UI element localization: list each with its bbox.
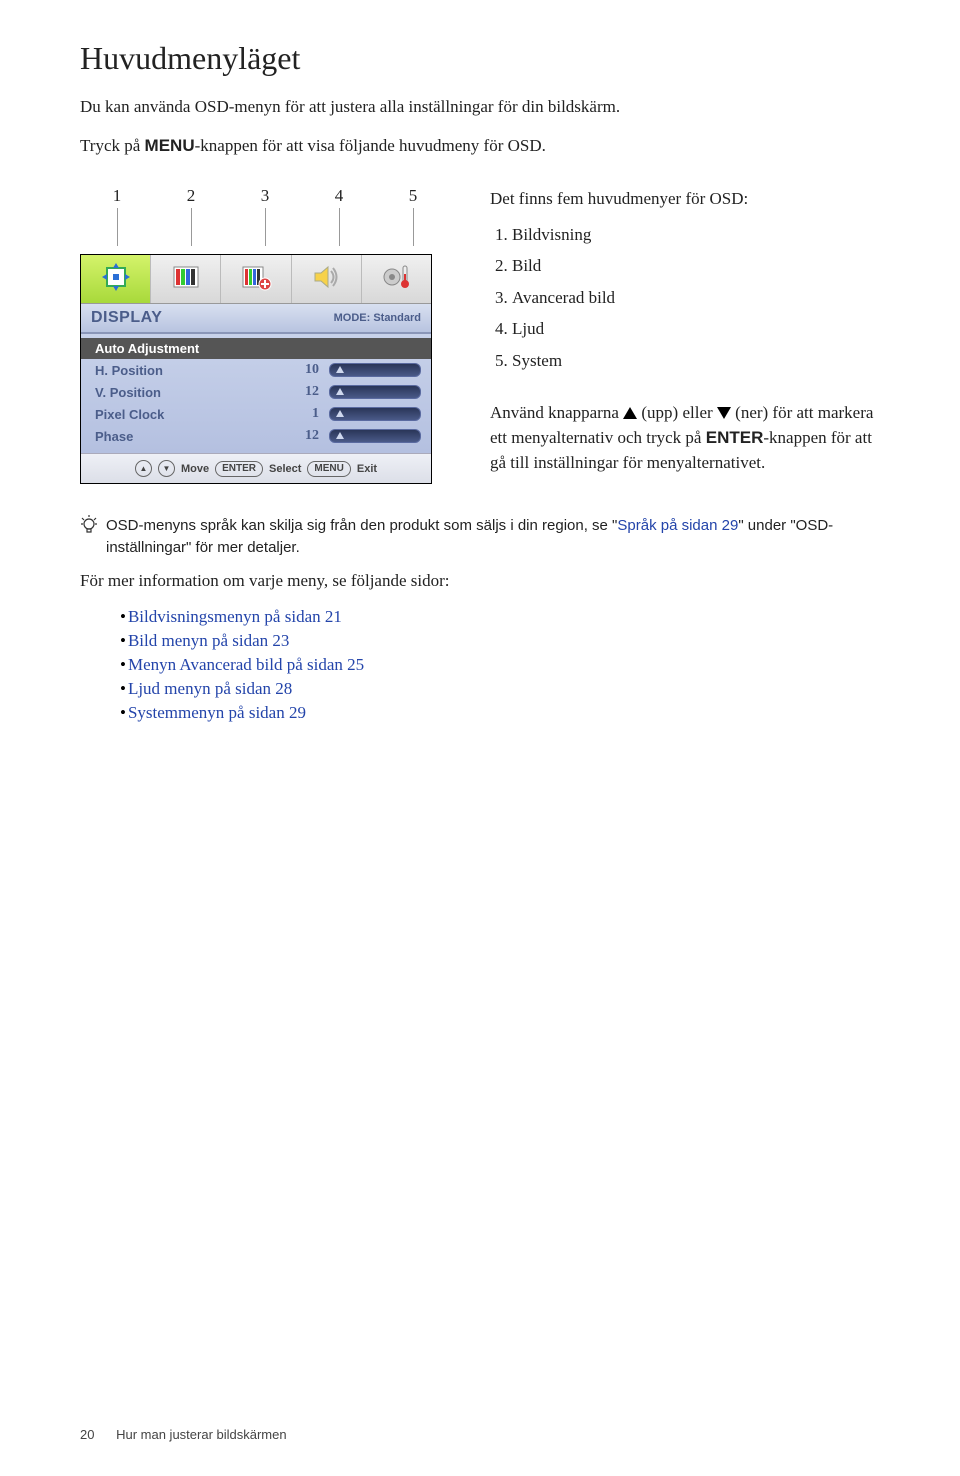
tip-text-a: OSD-menyns språk kan skilja sig från den… bbox=[106, 517, 617, 534]
osd-row-auto-adjustment[interactable]: Auto Adjustment bbox=[81, 338, 431, 359]
osd-tab-picture-advanced[interactable] bbox=[221, 255, 291, 303]
osd-header: DISPLAY MODE: Standard bbox=[81, 304, 431, 334]
osd-tab-audio[interactable] bbox=[292, 255, 362, 303]
osd-row-pixelclock[interactable]: Pixel Clock 1 bbox=[81, 403, 431, 425]
text-a: Använd knapparna bbox=[490, 403, 623, 422]
callout-4: 4 bbox=[335, 186, 344, 205]
callout-5: 5 bbox=[409, 186, 418, 205]
footer-exit: Exit bbox=[357, 463, 377, 475]
slider-icon[interactable] bbox=[329, 385, 421, 399]
osd-row-value: 1 bbox=[289, 406, 319, 422]
link-item[interactable]: Ljud menyn på sidan 28 bbox=[120, 679, 890, 699]
intro2-a: Tryck på bbox=[80, 136, 145, 155]
osd-row-label: Pixel Clock bbox=[95, 407, 289, 422]
enter-key-label: ENTER bbox=[706, 428, 764, 447]
osd-row-label: Auto Adjustment bbox=[95, 341, 421, 356]
callout-3: 3 bbox=[261, 186, 270, 205]
triangle-up-icon bbox=[623, 407, 637, 419]
link-item[interactable]: Bildvisningsmenyn på sidan 21 bbox=[120, 607, 890, 627]
speaker-icon bbox=[309, 260, 343, 299]
text-up: (upp) eller bbox=[637, 403, 717, 422]
right-intro: Det finns fem huvudmenyer för OSD: bbox=[490, 186, 890, 212]
right-paragraph: Använd knapparna (upp) eller (ner) för a… bbox=[490, 401, 890, 475]
footer-move: Move bbox=[181, 463, 209, 475]
callout-2: 2 bbox=[187, 186, 196, 205]
osd-row-value: 10 bbox=[289, 362, 319, 378]
link-item[interactable]: Bild menyn på sidan 23 bbox=[120, 631, 890, 651]
osd-tab-system[interactable] bbox=[362, 255, 431, 303]
menu-key-icon: MENU bbox=[307, 461, 350, 477]
tip-block: OSD-menyns språk kan skilja sig från den… bbox=[80, 515, 890, 559]
page-number: 20 bbox=[80, 1427, 94, 1442]
up-key-icon: ▲ bbox=[135, 460, 152, 477]
list-item: Avancerad bild bbox=[512, 285, 890, 311]
color-bars-plus-icon bbox=[239, 260, 273, 299]
gear-thermo-icon bbox=[379, 260, 413, 299]
osd-title: DISPLAY bbox=[91, 309, 162, 327]
list-item: Bild bbox=[512, 253, 890, 279]
osd-row-label: H. Position bbox=[95, 363, 289, 378]
menu-list: Bildvisning Bild Avancerad bild Ljud Sys… bbox=[490, 222, 890, 374]
footer-section: Hur man justerar bildskärmen bbox=[116, 1427, 287, 1442]
page-title: Huvudmenyläget bbox=[80, 40, 890, 77]
links-list: Bildvisningsmenyn på sidan 21 Bild menyn… bbox=[120, 607, 890, 723]
menu-key-label: MENU bbox=[145, 136, 195, 155]
callout-numbers: 1 2 3 4 5 bbox=[80, 186, 450, 246]
intro-paragraph-1: Du kan använda OSD-menyn för att justera… bbox=[80, 95, 890, 120]
callout-1: 1 bbox=[113, 186, 122, 205]
link-item[interactable]: Systemmenyn på sidan 29 bbox=[120, 703, 890, 723]
page-footer: 20 Hur man justerar bildskärmen bbox=[80, 1427, 287, 1442]
slider-icon[interactable] bbox=[329, 407, 421, 421]
down-key-icon: ▼ bbox=[158, 460, 175, 477]
osd-footer: ▲ ▼ Move ENTER Select MENU Exit bbox=[81, 453, 431, 483]
list-item: Ljud bbox=[512, 316, 890, 342]
osd-tabs bbox=[81, 255, 431, 304]
enter-key-icon: ENTER bbox=[215, 461, 263, 477]
triangle-down-icon bbox=[717, 407, 731, 419]
color-bars-icon bbox=[169, 260, 203, 299]
osd-tab-picture[interactable] bbox=[151, 255, 221, 303]
osd-row-label: V. Position bbox=[95, 385, 289, 400]
more-info: För mer information om varje meny, se fö… bbox=[80, 569, 890, 594]
arrows-move-icon bbox=[99, 260, 133, 299]
slider-icon[interactable] bbox=[329, 363, 421, 377]
osd-panel: DISPLAY MODE: Standard Auto Adjustment H… bbox=[80, 254, 432, 484]
lightbulb-icon bbox=[80, 515, 98, 544]
osd-row-hposition[interactable]: H. Position 10 bbox=[81, 359, 431, 381]
footer-select: Select bbox=[269, 463, 301, 475]
intro2-b: -knappen för att visa följande huvudmeny… bbox=[195, 136, 546, 155]
osd-row-phase[interactable]: Phase 12 bbox=[81, 425, 431, 447]
osd-row-vposition[interactable]: V. Position 12 bbox=[81, 381, 431, 403]
osd-mode: MODE: Standard bbox=[334, 312, 421, 324]
osd-tab-display[interactable] bbox=[81, 255, 151, 303]
osd-row-value: 12 bbox=[289, 428, 319, 444]
osd-body: Auto Adjustment H. Position 10 V. Positi… bbox=[81, 334, 431, 453]
tip-link[interactable]: Språk på sidan 29 bbox=[617, 517, 738, 534]
list-item: System bbox=[512, 348, 890, 374]
intro-paragraph-2: Tryck på MENU-knappen för att visa följa… bbox=[80, 134, 890, 159]
osd-row-value: 12 bbox=[289, 384, 319, 400]
list-item: Bildvisning bbox=[512, 222, 890, 248]
osd-row-label: Phase bbox=[95, 429, 289, 444]
slider-icon[interactable] bbox=[329, 429, 421, 443]
link-item[interactable]: Menyn Avancerad bild på sidan 25 bbox=[120, 655, 890, 675]
